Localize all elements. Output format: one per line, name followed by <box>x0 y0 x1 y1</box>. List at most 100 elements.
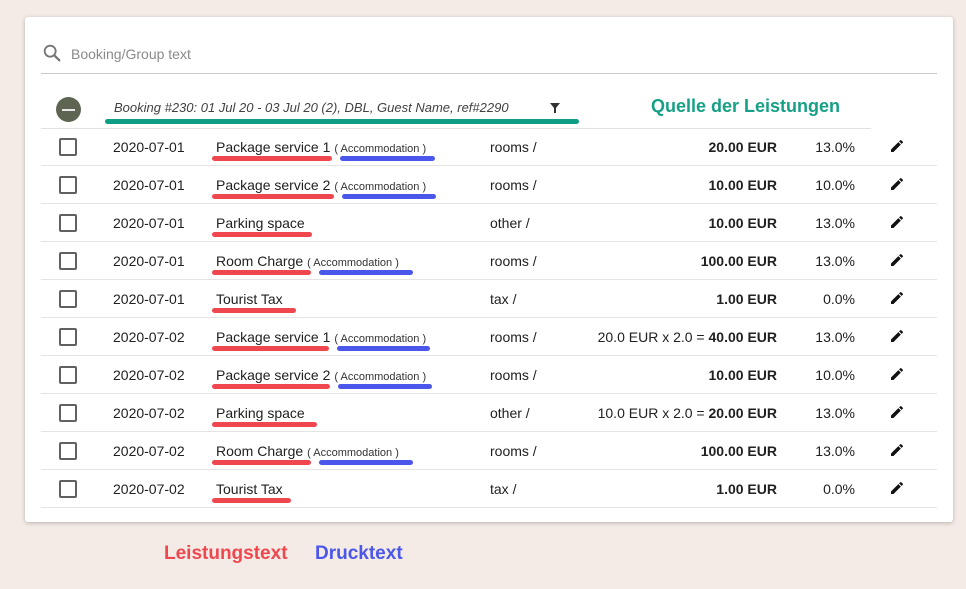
service-amount-cell: 10.00 EUR <box>709 367 777 383</box>
table-row: 2020-07-01 Package service 1( Accommodat… <box>41 128 937 166</box>
row-checkbox[interactable] <box>59 480 77 498</box>
print-text: ( Accommodation ) <box>334 371 427 383</box>
table-row: 2020-07-01 Tourist Tax tax / 1.00 EUR 0.… <box>41 280 937 318</box>
service-text-cell: Package service 1( Accommodation ) <box>216 139 426 155</box>
row-checkbox[interactable] <box>59 176 77 194</box>
service-text-cell: Tourist Tax <box>216 481 283 497</box>
edit-icon[interactable] <box>889 328 905 344</box>
search-input[interactable] <box>71 43 891 65</box>
edit-icon[interactable] <box>889 176 905 192</box>
service-text-cell: Room Charge( Accommodation ) <box>216 253 399 269</box>
service-text: Tourist Tax <box>216 481 283 497</box>
row-checkbox[interactable] <box>59 290 77 308</box>
tax-rate: 10.0% <box>815 177 855 193</box>
service-amount: 20.00 EUR <box>708 405 777 421</box>
edit-icon[interactable] <box>889 404 905 420</box>
legend-print-text: Drucktext <box>315 543 403 564</box>
row-checkbox[interactable] <box>59 252 77 270</box>
service-text-cell: Package service 2( Accommodation ) <box>216 367 426 383</box>
service-amount-cell: 1.00 EUR <box>716 291 777 307</box>
service-amount: 10.00 EUR <box>708 215 777 231</box>
service-amount: 20.00 EUR <box>708 139 777 155</box>
filter-icon[interactable] <box>549 102 561 114</box>
print-text: ( Accommodation ) <box>334 181 427 193</box>
row-checkbox[interactable] <box>59 366 77 384</box>
service-date: 2020-07-01 <box>113 215 185 231</box>
service-date: 2020-07-02 <box>113 367 185 383</box>
service-text: Package service 1 <box>216 139 331 155</box>
service-text-underline <box>212 422 317 427</box>
edit-icon[interactable] <box>889 138 905 154</box>
service-text: Room Charge <box>216 253 304 269</box>
service-category: tax / <box>490 481 517 497</box>
service-text-underline <box>212 384 330 389</box>
row-checkbox[interactable] <box>59 214 77 232</box>
edit-icon[interactable] <box>889 214 905 230</box>
service-amount: 10.00 EUR <box>708 367 777 383</box>
service-category: rooms / <box>490 367 537 383</box>
service-amount: 1.00 EUR <box>716 291 777 307</box>
collapse-group-button[interactable] <box>56 97 81 122</box>
print-text-underline <box>340 156 435 161</box>
service-amount-cell: 100.00 EUR <box>701 443 777 459</box>
tax-rate: 10.0% <box>815 367 855 383</box>
service-category: rooms / <box>490 443 537 459</box>
print-text-underline <box>319 460 413 465</box>
edit-icon[interactable] <box>889 480 905 496</box>
service-category: rooms / <box>490 177 537 193</box>
table-row: 2020-07-02 Tourist Tax tax / 1.00 EUR 0.… <box>41 470 937 508</box>
search-icon <box>43 44 61 62</box>
edit-icon[interactable] <box>889 252 905 268</box>
amount-calculation: 20.0 EUR x 2.0 = <box>597 329 705 345</box>
print-text: ( Accommodation ) <box>307 447 399 459</box>
tax-rate: 13.0% <box>815 443 855 459</box>
service-text: Room Charge <box>216 443 304 459</box>
edit-icon[interactable] <box>889 366 905 382</box>
edit-icon[interactable] <box>889 290 905 306</box>
tax-rate: 13.0% <box>815 253 855 269</box>
table-row: 2020-07-02 Room Charge( Accommodation ) … <box>41 432 937 470</box>
service-text-cell: Tourist Tax <box>216 291 283 307</box>
service-text: Parking space <box>216 215 305 231</box>
source-underline <box>105 119 579 124</box>
edit-icon[interactable] <box>889 442 905 458</box>
service-text: Parking space <box>216 405 305 421</box>
legend-service-text: Leistungstext <box>164 543 288 564</box>
source-label: Quelle der Leistungen <box>651 96 841 116</box>
row-checkbox[interactable] <box>59 138 77 156</box>
booking-services-card: Booking #230: 01 Jul 20 - 03 Jul 20 (2),… <box>25 17 953 522</box>
service-category: rooms / <box>490 253 537 269</box>
service-amount: 40.00 EUR <box>708 329 777 345</box>
service-amount-cell: 20.00 EUR <box>709 139 777 155</box>
service-date: 2020-07-01 <box>113 253 185 269</box>
service-category: tax / <box>490 291 517 307</box>
service-date: 2020-07-02 <box>113 481 185 497</box>
service-date: 2020-07-01 <box>113 139 185 155</box>
row-checkbox[interactable] <box>59 328 77 346</box>
table-row: 2020-07-02 Package service 2( Accommodat… <box>41 356 937 394</box>
table-row: 2020-07-01 Parking space other / 10.00 E… <box>41 204 937 242</box>
service-text-underline <box>212 498 291 503</box>
service-text-underline <box>212 460 311 465</box>
booking-group-title: Booking #230: 01 Jul 20 - 03 Jul 20 (2),… <box>114 100 509 115</box>
service-text: Package service 2 <box>216 177 331 193</box>
table-row: 2020-07-02 Package service 1( Accommodat… <box>41 318 937 356</box>
service-text-underline <box>212 270 311 275</box>
table-row: 2020-07-02 Parking space other / 10.0 EU… <box>41 394 937 432</box>
print-text: ( Accommodation ) <box>334 333 427 345</box>
tax-rate: 13.0% <box>815 139 855 155</box>
service-date: 2020-07-02 <box>113 405 185 421</box>
row-checkbox[interactable] <box>59 404 77 422</box>
tax-rate: 13.0% <box>815 329 855 345</box>
service-text-underline <box>212 232 312 237</box>
service-amount: 10.00 EUR <box>708 177 777 193</box>
service-amount: 100.00 EUR <box>700 443 777 459</box>
service-text: Tourist Tax <box>216 291 283 307</box>
service-amount: 1.00 EUR <box>716 481 777 497</box>
service-amount-cell: 10.0 EUR x 2.0 = 20.00 EUR <box>598 405 777 421</box>
service-amount-cell: 20.0 EUR x 2.0 = 40.00 EUR <box>598 329 777 345</box>
service-text-underline <box>212 194 334 199</box>
row-checkbox[interactable] <box>59 442 77 460</box>
print-text-underline <box>342 194 436 199</box>
print-text-underline <box>319 270 413 275</box>
